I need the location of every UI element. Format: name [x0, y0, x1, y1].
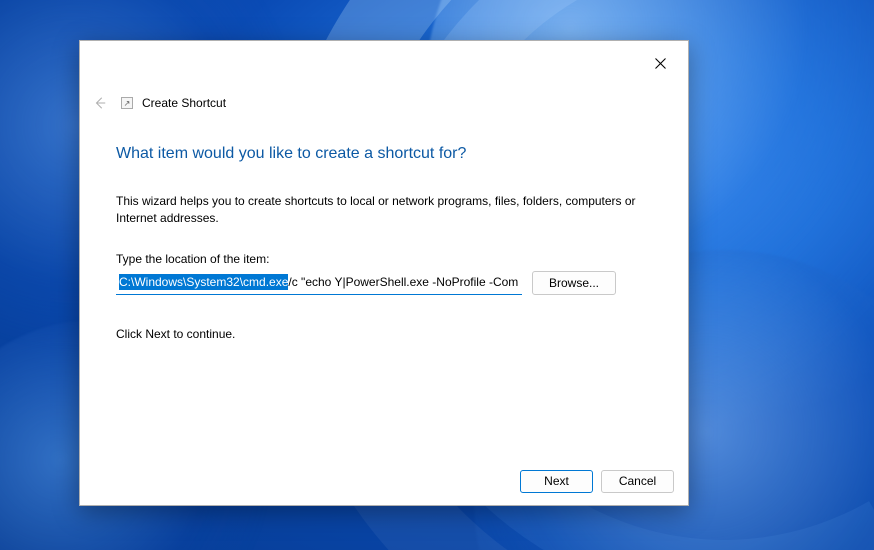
location-input-wrapper: C:\Windows\System32\cmd.exe /c "echo Y|P…	[116, 271, 522, 295]
back-button[interactable]	[88, 91, 112, 115]
browse-button[interactable]: Browse...	[532, 271, 616, 295]
main-heading: What item would you like to create a sho…	[116, 145, 652, 163]
location-input[interactable]	[116, 271, 522, 295]
location-label: Type the location of the item:	[116, 252, 652, 266]
dialog-footer: Next Cancel	[80, 457, 688, 505]
next-button[interactable]: Next	[520, 470, 593, 493]
back-arrow-icon	[93, 96, 107, 110]
titlebar	[80, 41, 688, 77]
location-row: C:\Windows\System32\cmd.exe /c "echo Y|P…	[116, 271, 652, 295]
dialog-content: What item would you like to create a sho…	[80, 115, 688, 457]
shortcut-icon: ↗	[120, 96, 134, 110]
wizard-description: This wizard helps you to create shortcut…	[116, 193, 636, 228]
close-icon	[655, 58, 666, 69]
dialog-title: Create Shortcut	[142, 96, 226, 110]
continue-hint: Click Next to continue.	[116, 327, 652, 341]
header-row: ↗ Create Shortcut	[80, 91, 688, 115]
close-button[interactable]	[644, 49, 676, 77]
cancel-button[interactable]: Cancel	[601, 470, 674, 493]
create-shortcut-dialog: ↗ Create Shortcut What item would you li…	[79, 40, 689, 506]
